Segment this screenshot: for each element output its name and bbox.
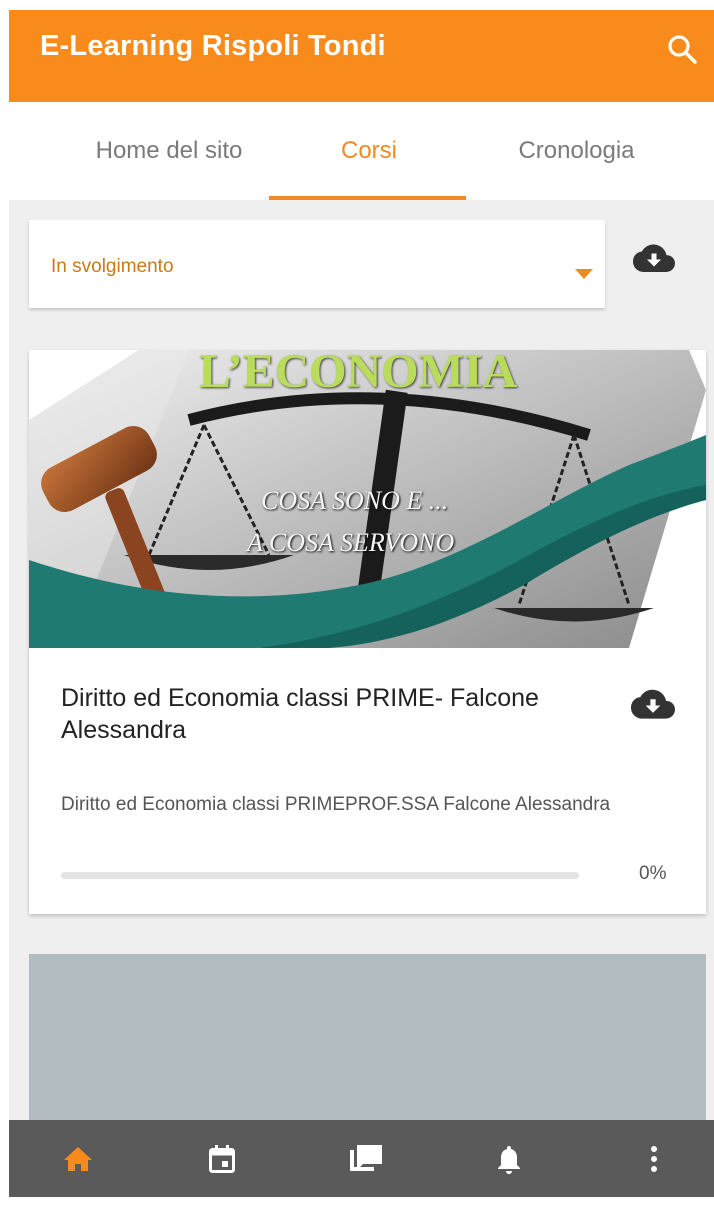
home-icon: [64, 1146, 92, 1171]
course-card[interactable]: L’ECONOMIA COSA SONO E ... A COSA SERVON…: [29, 350, 706, 914]
course-image: L’ECONOMIA COSA SONO E ... A COSA SERVON…: [29, 350, 706, 648]
nav-home[interactable]: [43, 1120, 113, 1197]
search-icon[interactable]: [665, 32, 699, 66]
app-screen: E-Learning Rispoli Tondi Home del sito C…: [9, 10, 714, 1197]
nav-calendar[interactable]: [187, 1120, 257, 1197]
cover-subtitle-line2: A COSA SERVONO: [247, 528, 455, 557]
tab-cronologia[interactable]: Cronologia: [464, 102, 689, 200]
tab-bar: Home del sito Corsi Cronologia: [9, 102, 714, 200]
tab-corsi[interactable]: Corsi: [269, 102, 469, 200]
messages-icon: [350, 1144, 382, 1171]
active-tab-indicator: [269, 196, 466, 200]
bottom-navigation: [9, 1120, 714, 1197]
course-title[interactable]: Diritto ed Economia classi PRIME- Falcon…: [61, 682, 616, 746]
cloud-download-icon[interactable]: [631, 688, 675, 722]
nav-messages[interactable]: [331, 1120, 401, 1197]
calendar-icon: [209, 1144, 235, 1173]
tab-home-del-sito[interactable]: Home del sito: [49, 102, 289, 200]
course-progress-bar: [61, 872, 579, 879]
bell-icon: [498, 1145, 520, 1174]
cloud-download-icon[interactable]: [633, 243, 675, 275]
cover-heading: L’ECONOMIA: [199, 350, 518, 398]
app-bar: E-Learning Rispoli Tondi: [9, 10, 714, 102]
more-vertical-icon: [651, 1145, 657, 1172]
course-summary: Diritto ed Economia classi PRIMEPROF.SSA…: [61, 794, 611, 815]
app-title: E-Learning Rispoli Tondi: [40, 30, 386, 62]
course-progress-label: 0%: [639, 863, 667, 884]
cover-subtitle-line1: COSA SONO E ...: [261, 486, 449, 515]
course-filter-value: In svolgimento: [51, 256, 174, 277]
nav-more[interactable]: [619, 1120, 689, 1197]
dropdown-caret-icon: [575, 269, 593, 279]
course-filter-select[interactable]: In svolgimento: [29, 220, 605, 308]
nav-notifications[interactable]: [474, 1120, 544, 1197]
